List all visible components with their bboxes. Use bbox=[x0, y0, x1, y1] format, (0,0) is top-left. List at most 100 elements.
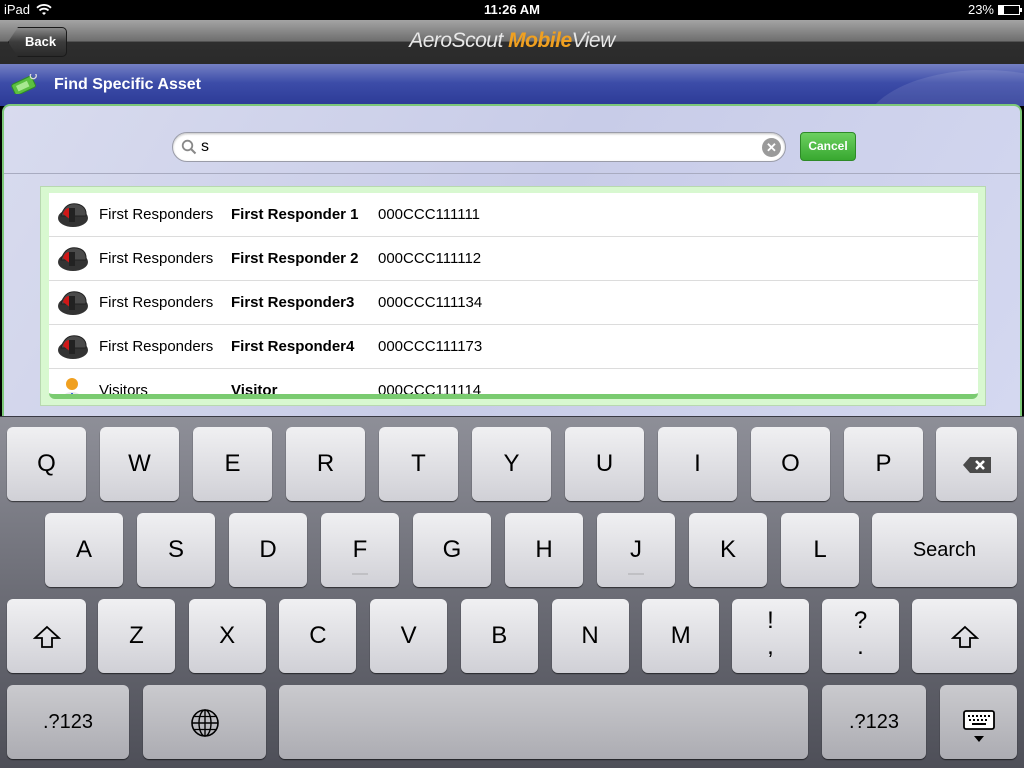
asset-mac: 000CCC111173 bbox=[378, 338, 483, 355]
result-row[interactable]: First Responders First Responder 1 000CC… bbox=[49, 193, 978, 237]
dismiss-keyboard-key[interactable] bbox=[940, 685, 1017, 759]
asset-group: First Responders bbox=[99, 206, 214, 223]
key-label: T bbox=[411, 450, 426, 477]
key-u[interactable]: U bbox=[565, 427, 644, 501]
visitor-person-icon bbox=[55, 376, 89, 394]
key-h[interactable]: H bbox=[505, 513, 583, 587]
key-n[interactable]: N bbox=[551, 599, 629, 673]
key-label-bottom: , bbox=[767, 633, 774, 660]
backspace-key[interactable] bbox=[936, 427, 1017, 501]
key-z[interactable]: Z bbox=[98, 599, 175, 673]
key-i[interactable]: I bbox=[658, 427, 737, 501]
key-r[interactable]: R bbox=[286, 427, 365, 501]
clock: 11:26 AM bbox=[484, 2, 540, 17]
numbers-key-left[interactable]: .?123 bbox=[7, 685, 129, 759]
exclamation-comma-key[interactable]: ! , bbox=[732, 599, 809, 673]
asset-mac: 000CCC111112 bbox=[378, 250, 482, 267]
key-t[interactable]: T bbox=[379, 427, 458, 501]
key-label: L bbox=[813, 536, 827, 563]
search-key[interactable]: Search bbox=[872, 513, 1017, 587]
shift-key-right[interactable] bbox=[912, 599, 1017, 673]
firefighter-helmet-icon bbox=[55, 200, 89, 230]
result-row[interactable]: First Responders First Responder 2 000CC… bbox=[49, 237, 978, 281]
key-k[interactable]: K bbox=[689, 513, 767, 587]
key-c[interactable]: C bbox=[279, 599, 357, 673]
space-bar[interactable] bbox=[279, 685, 808, 759]
key-p[interactable]: P bbox=[844, 427, 923, 501]
results-list-frame: First Responders First Responder 1 000CC… bbox=[40, 186, 986, 406]
key-l[interactable]: L bbox=[781, 513, 859, 587]
key-label: E bbox=[224, 450, 241, 477]
cancel-button[interactable]: Cancel bbox=[800, 132, 856, 161]
search-panel: ✕ Cancel First Responders First Responde… bbox=[2, 104, 1022, 416]
keyboard-hide-icon bbox=[962, 709, 995, 742]
battery-icon bbox=[998, 4, 1022, 15]
result-row[interactable]: First Responders First Responder3 000CCC… bbox=[49, 281, 978, 325]
key-label: Z bbox=[129, 622, 144, 649]
status-bar: iPad 11:26 AM 23% bbox=[0, 0, 1024, 20]
key-label: Y bbox=[503, 450, 520, 477]
key-w[interactable]: W bbox=[100, 427, 179, 501]
navigation-bar: Back AeroScout MobileView bbox=[0, 20, 1024, 64]
brand-view: View bbox=[571, 29, 616, 52]
key-a[interactable]: A bbox=[45, 513, 123, 587]
key-label: A bbox=[75, 536, 92, 563]
key-b[interactable]: B bbox=[460, 599, 538, 673]
asset-name: First Responder 1 bbox=[231, 206, 359, 223]
clear-icon[interactable]: ✕ bbox=[762, 138, 781, 157]
header-decoration bbox=[864, 70, 1024, 106]
key-label: D bbox=[259, 536, 277, 563]
key-label: W bbox=[128, 450, 151, 477]
key-d[interactable]: D bbox=[229, 513, 307, 587]
key-label: F bbox=[352, 536, 368, 563]
asset-mac: 000CCC111134 bbox=[378, 294, 483, 311]
key-g[interactable]: G bbox=[413, 513, 491, 587]
key-label: R bbox=[316, 450, 335, 477]
results-list[interactable]: First Responders First Responder 1 000CC… bbox=[49, 193, 978, 399]
home-row-marker bbox=[628, 573, 644, 575]
asset-name: Visitor bbox=[231, 382, 278, 399]
result-row[interactable]: First Responders First Responder4 000CCC… bbox=[49, 325, 978, 369]
key-label: O bbox=[781, 450, 800, 477]
brand-mobile: Mobile bbox=[508, 29, 572, 52]
key-label: B bbox=[491, 622, 508, 649]
home-row-marker bbox=[352, 573, 368, 575]
key-label: H bbox=[535, 536, 553, 563]
key-s[interactable]: S bbox=[137, 513, 215, 587]
key-q[interactable]: Q bbox=[7, 427, 86, 501]
key-label-top: ! bbox=[767, 607, 774, 634]
key-label: K bbox=[719, 536, 736, 563]
shift-key-left[interactable] bbox=[7, 599, 86, 673]
search-icon bbox=[181, 139, 197, 155]
globe-key[interactable] bbox=[143, 685, 266, 759]
key-x[interactable]: X bbox=[188, 599, 266, 673]
question-period-key[interactable]: ? . bbox=[822, 599, 899, 673]
backspace-icon bbox=[962, 456, 991, 473]
key-label: C bbox=[309, 622, 327, 649]
key-f[interactable]: F bbox=[321, 513, 399, 587]
battery-fill bbox=[999, 5, 1004, 14]
key-label-top: ? bbox=[853, 607, 868, 634]
search-input[interactable] bbox=[201, 136, 751, 158]
page-title: Find Specific Asset bbox=[54, 76, 201, 93]
asset-name: First Responder 2 bbox=[231, 250, 359, 267]
shift-icon bbox=[32, 625, 61, 648]
key-v[interactable]: V bbox=[370, 599, 448, 673]
search-field[interactable]: ✕ bbox=[172, 132, 786, 162]
key-o[interactable]: O bbox=[751, 427, 830, 501]
key-label: X bbox=[219, 622, 236, 649]
shift-icon bbox=[950, 625, 979, 648]
search-bar: ✕ Cancel bbox=[4, 106, 1020, 174]
key-e[interactable]: E bbox=[193, 427, 272, 501]
numbers-key-right[interactable]: .?123 bbox=[822, 685, 926, 759]
key-label: S bbox=[167, 536, 184, 563]
key-m[interactable]: M bbox=[642, 599, 720, 673]
brand-aeroscout: AeroScout bbox=[409, 29, 509, 52]
key-label: N bbox=[581, 622, 599, 649]
asset-group: First Responders bbox=[99, 250, 214, 267]
key-y[interactable]: Y bbox=[472, 427, 551, 501]
globe-icon bbox=[190, 708, 219, 737]
battery-percent: 23% bbox=[967, 2, 994, 17]
key-j[interactable]: J bbox=[597, 513, 675, 587]
result-row[interactable]: Visitors Visitor 000CCC111114 bbox=[49, 369, 978, 399]
